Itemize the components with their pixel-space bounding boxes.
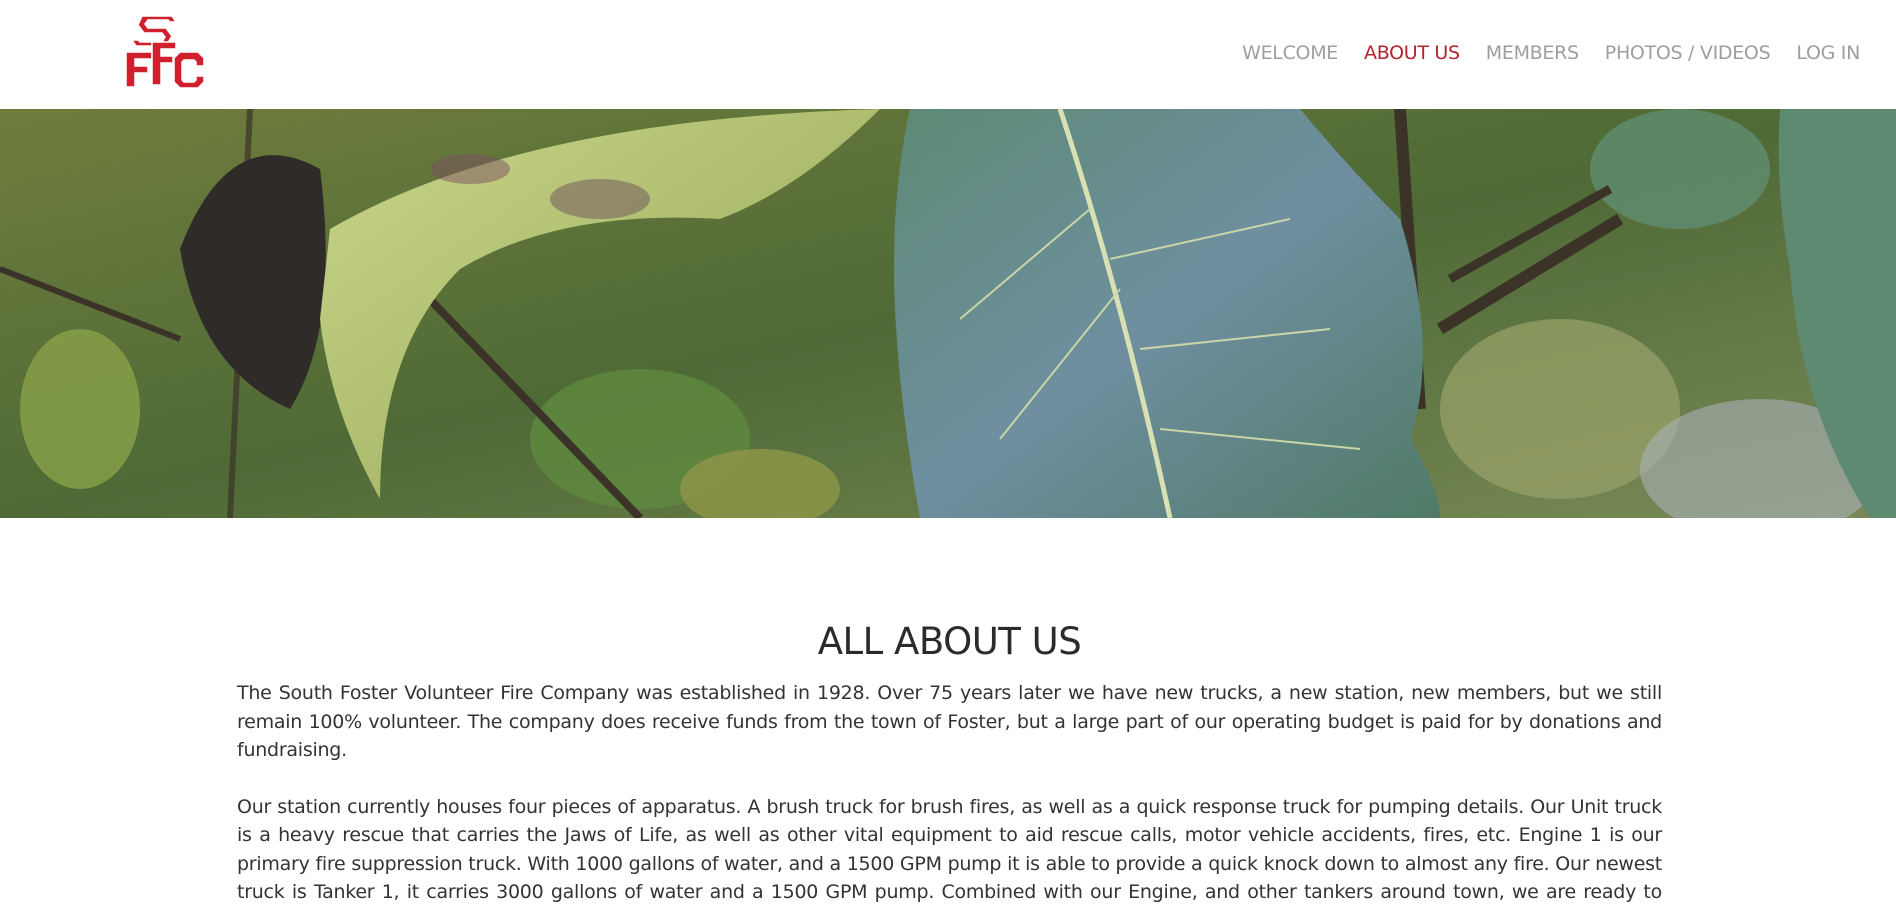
nav-item-photos-videos[interactable]: PHOTOS / VIDEOS — [1605, 42, 1771, 64]
sffc-logo-icon[interactable] — [122, 12, 208, 92]
nav-item-log-in[interactable]: LOG IN — [1796, 42, 1860, 64]
site-header: WELCOME ABOUT US MEMBERS PHOTOS / VIDEOS… — [0, 0, 1896, 109]
main-nav: WELCOME ABOUT US MEMBERS PHOTOS / VIDEOS… — [1242, 42, 1860, 64]
about-paragraph-history: The South Foster Volunteer Fire Company … — [237, 682, 1662, 761]
page-title: ALL ABOUT US — [817, 620, 1082, 663]
nav-item-about-us[interactable]: ABOUT US — [1364, 42, 1460, 64]
about-paragraph-apparatus: Our station currently houses four pieces… — [237, 795, 1662, 904]
hero-banner-image — [0, 109, 1896, 518]
main-content: ALL ABOUT US The South Foster Volunteer … — [237, 620, 1662, 908]
nav-item-members[interactable]: MEMBERS — [1486, 42, 1579, 64]
nav-item-welcome[interactable]: WELCOME — [1242, 42, 1338, 64]
